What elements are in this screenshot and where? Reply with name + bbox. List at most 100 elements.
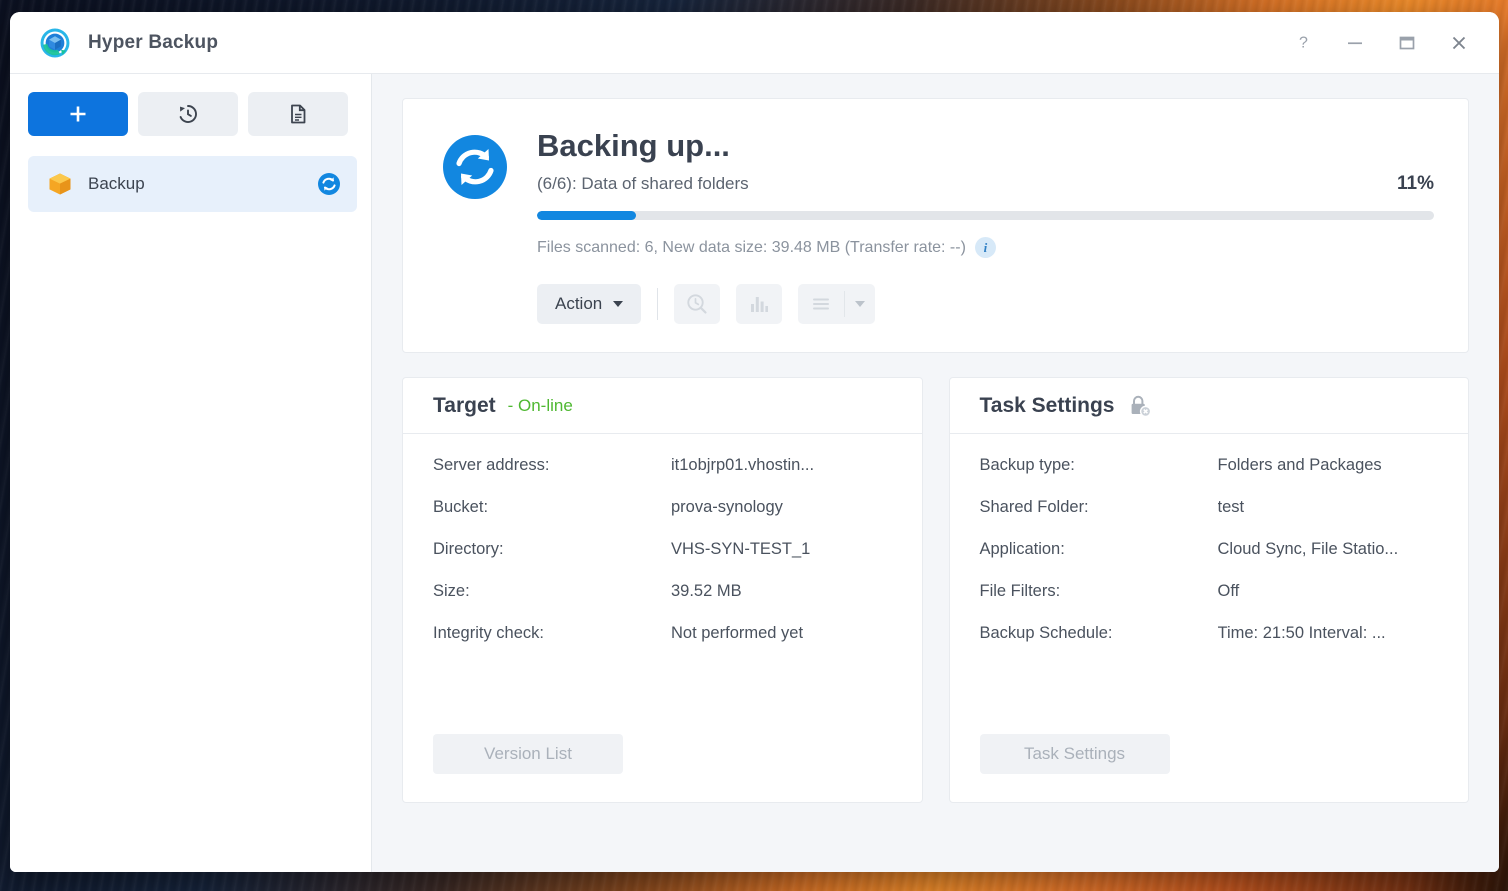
row-key: Application:: [979, 540, 1065, 559]
info-icon[interactable]: i: [974, 237, 996, 259]
target-panel-title: Target: [433, 393, 496, 417]
table-row: Backup type: Folders and Packages: [980, 456, 1439, 498]
bar-chart-icon: [751, 297, 769, 313]
status-card: Backing up... (6/6): Data of shared fold…: [402, 98, 1469, 354]
table-row: Backup Schedule: Time: 21:50 Interval: .…: [980, 624, 1439, 666]
task-settings-panel-body: Backup type: Folders and Packages Shared…: [950, 434, 1469, 734]
row-value: Off: [1217, 582, 1240, 601]
row-value: test: [1217, 498, 1245, 517]
task-settings-panel: Task Settings Backup type: Folders and P…: [948, 377, 1469, 804]
list-menu-button[interactable]: [798, 284, 876, 325]
list-menu-caret-button[interactable]: [845, 284, 875, 324]
table-row: Directory: VHS-SYN-TEST_1: [433, 540, 892, 582]
status-main: Backing up... (6/6): Data of shared fold…: [537, 128, 1434, 325]
progress-bar-fill: [537, 211, 636, 221]
row-key: Size:: [433, 582, 470, 601]
progress-bar: [537, 211, 1434, 221]
table-row: Application: Cloud Sync, File Statio...: [980, 540, 1439, 582]
sidebar-item-label: Backup: [88, 174, 145, 193]
window-body: Backup Backing up... (6/6): Data of shar…: [10, 74, 1499, 872]
row-key: Backup Schedule:: [979, 624, 1113, 643]
action-button-label: Action: [555, 294, 603, 314]
question-mark-icon: ?: [1299, 35, 1308, 52]
row-key: Shared Folder:: [979, 498, 1089, 517]
help-button[interactable]: ?: [1281, 23, 1325, 63]
version-explorer-button[interactable]: [674, 284, 721, 325]
action-button[interactable]: Action: [537, 284, 642, 325]
titlebar-left: Hyper Backup: [38, 26, 218, 60]
status-detail-row: Files scanned: 6, New data size: 39.48 M…: [537, 237, 1434, 259]
table-row: Integrity check: Not performed yet: [433, 624, 892, 666]
row-key: Backup type:: [979, 456, 1075, 475]
minimize-button[interactable]: [1333, 23, 1377, 63]
window-titlebar: Hyper Backup ?: [10, 12, 1499, 74]
clock-search-icon: [687, 294, 707, 314]
maximize-button[interactable]: [1385, 23, 1429, 63]
target-status-badge: - On-line: [507, 395, 573, 415]
chevron-down-icon: [613, 301, 624, 308]
table-row: File Filters: Off: [980, 582, 1439, 624]
target-panel-header: Target - On-line: [403, 378, 922, 435]
status-title: Backing up...: [537, 128, 730, 163]
target-panel-body: Server address: it1objrp01.vhostin... Bu…: [403, 434, 922, 734]
restore-clock-icon: [179, 105, 197, 123]
restore-button[interactable]: [138, 92, 238, 136]
row-value: Cloud Sync, File Statio...: [1217, 540, 1399, 559]
sync-icon: [318, 173, 340, 195]
sync-circle-icon: [443, 135, 507, 199]
backup-box-icon: [49, 173, 71, 195]
table-row: Shared Folder: test: [980, 498, 1439, 540]
task-settings-panel-header: Task Settings: [949, 378, 1468, 435]
document-icon: [291, 104, 306, 124]
svg-text:?: ?: [1299, 35, 1308, 52]
sidebar-item-backup[interactable]: Backup: [28, 156, 357, 212]
content-area: Backing up... (6/6): Data of shared fold…: [372, 74, 1499, 872]
detail-panels: Target - On-line Server address: it1objr…: [402, 377, 1469, 804]
target-panel: Target - On-line Server address: it1objr…: [402, 377, 923, 804]
sidebar: Backup: [10, 74, 372, 872]
row-key: Server address:: [433, 456, 550, 475]
minimize-icon: [1348, 41, 1362, 44]
version-list-button[interactable]: Version List: [433, 734, 623, 775]
progress-percent-label: 11%: [1397, 173, 1434, 195]
table-row: Size: 39.52 MB: [433, 582, 892, 624]
row-key: Integrity check:: [433, 624, 544, 643]
row-key: Directory:: [433, 540, 504, 559]
target-panel-footer: Version List: [403, 734, 922, 802]
create-task-button[interactable]: [28, 92, 128, 136]
plus-icon: [70, 106, 86, 122]
row-key: Bucket:: [433, 498, 489, 517]
close-button[interactable]: [1437, 23, 1481, 63]
table-row: Bucket: prova-synology: [433, 498, 892, 540]
window-title: Hyper Backup: [88, 31, 219, 53]
row-key: File Filters:: [979, 582, 1061, 601]
status-detail-text: Files scanned: 6, New data size: 39.48 M…: [537, 238, 966, 256]
status-subtitle-row: (6/6): Data of shared folders 11%: [537, 173, 1434, 195]
table-row: Server address: it1objrp01.vhostin...: [433, 456, 892, 498]
row-value: 39.52 MB: [671, 582, 742, 601]
log-button[interactable]: [248, 92, 348, 136]
row-value: Folders and Packages: [1217, 456, 1382, 475]
window-controls: ?: [1281, 23, 1481, 63]
hyper-backup-icon: [40, 28, 70, 57]
row-value: Not performed yet: [671, 624, 804, 643]
task-settings-panel-footer: Task Settings: [950, 734, 1469, 802]
toolbar-divider: [657, 288, 659, 321]
statistics-button[interactable]: [736, 284, 783, 325]
hyper-backup-window: Hyper Backup ? Backup Backing up... (6/6…: [10, 12, 1499, 872]
row-value: it1objrp01.vhostin...: [671, 456, 815, 475]
task-settings-panel-title: Task Settings: [979, 393, 1115, 417]
row-value: VHS-SYN-TEST_1: [671, 540, 811, 559]
lock-disabled-icon: [1132, 395, 1152, 417]
desktop-background: Hyper Backup ? Backup Backing up... (6/6…: [0, 0, 1508, 891]
action-toolbar: Action: [537, 284, 1434, 325]
row-value: Time: 21:50 Interval: ...: [1217, 624, 1386, 643]
row-value: prova-synology: [671, 498, 783, 517]
close-icon: [1452, 36, 1466, 49]
status-subtitle: (6/6): Data of shared folders: [537, 174, 749, 194]
chevron-down-icon: [855, 301, 866, 308]
task-settings-button[interactable]: Task Settings: [979, 734, 1170, 775]
status-top-row: Backing up... (6/6): Data of shared fold…: [441, 128, 1434, 325]
maximize-icon: [1399, 36, 1415, 49]
hamburger-icon: [798, 284, 844, 324]
